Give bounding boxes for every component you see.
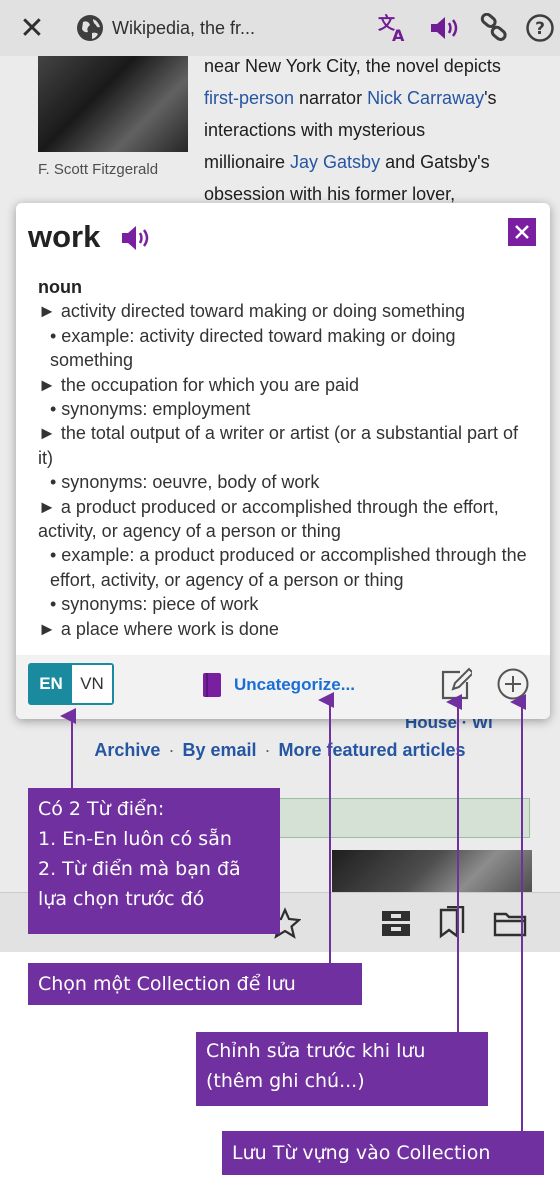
dictionary-toggle: EN VN <box>28 663 114 705</box>
lang-vn-button[interactable]: VN <box>72 665 112 703</box>
plus-circle-icon <box>497 668 529 700</box>
callout-edit: Chỉnh sửa trước khi lưu (thêm ghi chú...… <box>196 1032 488 1106</box>
definition-line: • synonyms: oeuvre, body of work <box>50 472 320 493</box>
definition-line: • example: activity directed toward maki… <box>50 325 456 371</box>
definition-line: ► the total output of a writer or artist… <box>38 423 519 468</box>
popup-action-bar: EN VN Uncategorize... <box>16 655 550 719</box>
callout-line: lựa chọn trước đó <box>38 888 205 910</box>
collection-label: Uncategorize... <box>234 675 355 694</box>
callout-save: Lưu Từ vựng vào Collection <box>222 1131 544 1175</box>
edit-icon <box>441 667 475 700</box>
lang-en-button[interactable]: EN <box>30 665 72 703</box>
definition-line: • example: a product produced or accompl… <box>50 545 527 590</box>
definition-line: ► a product produced or accomplished thr… <box>38 496 499 542</box>
definition-line: ► the occupation for which you are paid <box>38 374 360 395</box>
definition-line: • synonyms: piece of work <box>50 594 259 615</box>
book-icon <box>203 673 221 697</box>
part-of-speech: noun <box>38 277 82 297</box>
callout-line: Có 2 Từ điển: <box>38 798 165 820</box>
close-icon <box>515 225 529 239</box>
definitions-list: noun ► activity directed toward making o… <box>38 275 528 659</box>
definition-line: ► activity directed toward making or doi… <box>38 301 466 322</box>
callout-dictionaries: Có 2 Từ điển: 1. En-En luôn có sẵn 2. Từ… <box>28 788 280 934</box>
callout-collection: Chọn một Collection để lưu <box>28 963 362 1005</box>
pronounce-speaker-icon[interactable] <box>120 223 154 253</box>
callout-line: 1. En-En luôn có sẵn <box>38 828 232 850</box>
dictionary-popup: work noun ► activity directed toward mak… <box>16 203 550 719</box>
collection-selector[interactable]: Uncategorize... <box>202 665 355 705</box>
definition-line: • synonyms: employment <box>50 399 251 420</box>
callout-line: 2. Từ điển mà bạn đã <box>38 858 241 880</box>
callout-line: (thêm ghi chú...) <box>206 1070 365 1092</box>
definition-line: ► a place where work is done <box>38 618 279 639</box>
add-to-collection-button[interactable] <box>496 667 530 701</box>
edit-before-save-button[interactable] <box>440 667 475 701</box>
lookup-word: work <box>28 219 101 254</box>
close-popup-button[interactable] <box>508 218 536 246</box>
callout-line: Chỉnh sửa trước khi lưu <box>206 1040 426 1062</box>
